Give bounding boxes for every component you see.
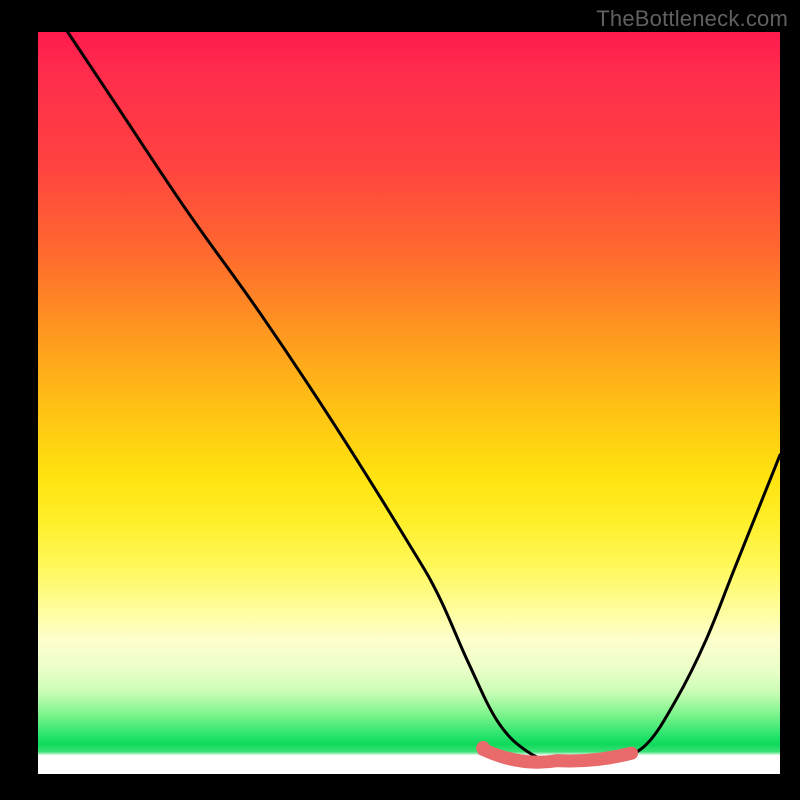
optimal-range-highlight <box>483 750 631 763</box>
plot-area <box>38 32 780 774</box>
chart-frame: TheBottleneck.com <box>0 0 800 800</box>
watermark-label: TheBottleneck.com <box>596 6 788 32</box>
bottleneck-curve-path <box>68 32 780 764</box>
optimal-start-dot <box>476 741 490 755</box>
curve-svg <box>38 32 780 774</box>
